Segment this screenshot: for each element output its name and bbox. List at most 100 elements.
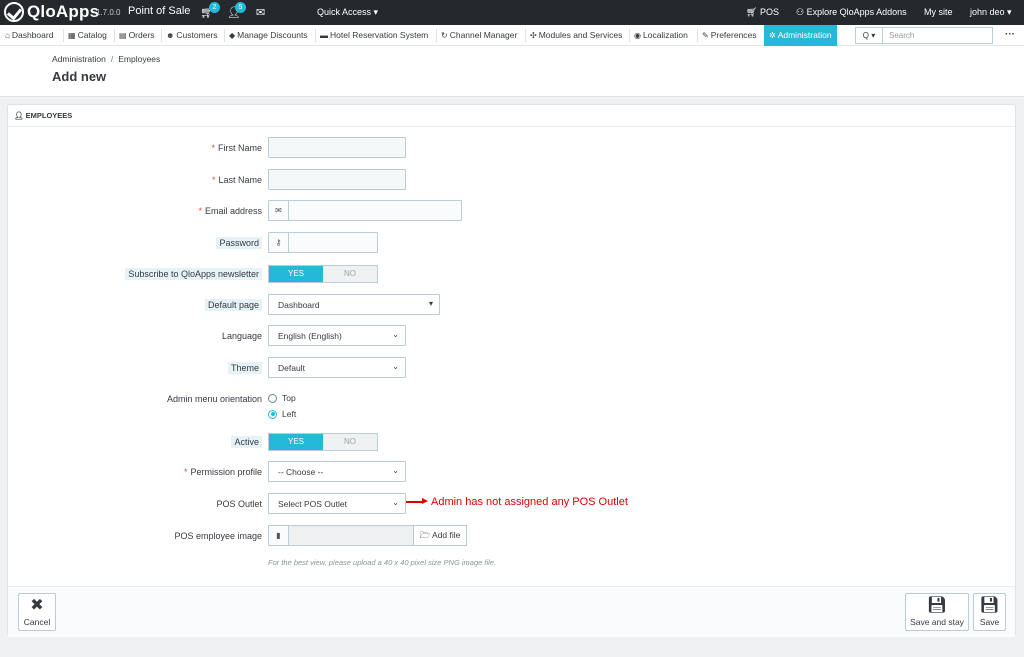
nav-hotel-reservation[interactable]: ▬ Hotel Reservation System (320, 25, 428, 46)
user-icon: 👤︎ (14, 111, 26, 120)
quick-access-dropdown[interactable]: Quick Access ▾ (317, 7, 378, 18)
nav-manage-discounts[interactable]: ◆ Manage Discounts (229, 25, 308, 46)
panel-footer (8, 586, 1015, 637)
page-header: Administration / Employees Add new (0, 46, 1024, 97)
permission-profile-select[interactable]: -- Choose -- ⌄ (268, 461, 406, 482)
save-and-stay-button[interactable]: 💾︎ Save and stay (905, 593, 969, 631)
nav-dashboard[interactable]: ⌂ Dashboard (5, 25, 53, 46)
nav-catalog[interactable]: ▦ Catalog (68, 25, 107, 46)
active-label: Active (231, 436, 262, 448)
brand-name: QloApps (27, 2, 100, 21)
globe-icon: ◉ (634, 31, 641, 40)
user-menu[interactable]: john deo ▾ (970, 7, 1012, 18)
gear-icon: ✲ (769, 31, 776, 40)
breadcrumb: Administration / Employees (52, 54, 161, 64)
link-icon: ⚇ (796, 7, 807, 17)
default-page-select[interactable]: Dashboard ▾ (268, 294, 440, 315)
more-menu-icon[interactable]: ··· (1005, 29, 1015, 40)
theme-label: Theme (227, 362, 262, 374)
wrench-icon: ✎ (702, 31, 709, 40)
tag-icon: ◆ (229, 31, 236, 40)
password-field[interactable]: ⚷ (268, 232, 378, 253)
chevron-down-icon: ⌄ (392, 330, 399, 339)
chevron-down-icon: ⌄ (392, 466, 399, 475)
add-file-button[interactable]: 🗁︎ Add file (413, 525, 467, 546)
annotation-note: Admin has not assigned any POS Outlet (406, 496, 628, 508)
nav-localization[interactable]: ◉ Localization (634, 25, 688, 46)
image-help-text: For the best view, please upload a 40 x … (268, 558, 497, 567)
search-type-button[interactable]: Q ▾ (855, 27, 883, 44)
breadcrumb-employees[interactable]: Employees (118, 54, 160, 64)
nav-orders[interactable]: ▤ Orders (119, 25, 155, 46)
qloapps-logo-icon (4, 2, 24, 22)
nav-modules-services[interactable]: ✣ Modules and Services (530, 25, 622, 46)
newsletter-yes[interactable]: YES (269, 266, 323, 282)
pos-image-label: POS employee image (174, 531, 262, 541)
customers-badge: 5 (235, 2, 246, 13)
last-name-input[interactable] (268, 169, 406, 190)
pos-outlet-select[interactable]: Select POS Outlet ⌄ (268, 493, 406, 514)
nav-preferences[interactable]: ✎ Preferences (702, 25, 757, 46)
orientation-left-radio[interactable]: Left (268, 409, 296, 419)
bed-icon: ▬ (320, 31, 328, 40)
cart-badge: 2 (209, 2, 220, 13)
search-input[interactable]: Search (883, 27, 993, 44)
nav-channel-manager[interactable]: ↻ Channel Manager (441, 25, 517, 46)
permission-profile-label: * Permission profile (183, 467, 262, 477)
password-label: Password (216, 237, 262, 249)
first-name-input[interactable] (268, 137, 406, 158)
file-icon: ▮ (269, 526, 289, 545)
caret-down-icon: ▾ (428, 299, 433, 308)
newsletter-label: Subscribe to QloApps newsletter (125, 268, 262, 280)
shop-name-link[interactable]: Point of Sale (128, 5, 190, 17)
refresh-icon: ↻ (441, 31, 448, 40)
first-name-label: * First Name (211, 143, 262, 153)
close-icon: ✖ (30, 597, 44, 614)
cart-icon: 🛒︎ (746, 7, 760, 17)
top-header: QloApps 1.7.0.0 Point of Sale 🛒︎ 2 👤︎ 5 … (0, 0, 1024, 25)
page-title: Add new (52, 69, 107, 84)
save-button[interactable]: 💾︎ Save (973, 593, 1006, 631)
customers-icon: ☻ (166, 31, 175, 40)
panel-heading: 👤︎ EMPLOYEES (8, 105, 1015, 127)
newsletter-toggle[interactable]: YES NO (268, 265, 378, 283)
version-label: 1.7.0.0 (96, 8, 121, 17)
pos-image-filename-field[interactable]: ▮ (268, 525, 414, 546)
explore-addons-link[interactable]: ⚇ Explore QloApps Addons (796, 7, 907, 18)
dashboard-icon: ⌂ (5, 31, 10, 40)
email-label: * Email address (198, 206, 262, 216)
logo[interactable]: QloApps (4, 1, 99, 23)
cancel-button[interactable]: ✖ Cancel (18, 593, 56, 631)
language-label: Language (221, 331, 262, 341)
orders-icon: ▤ (119, 31, 127, 40)
nav-administration[interactable]: ✲ Administration (764, 25, 837, 46)
arrow-right-icon (406, 499, 428, 504)
nav-customers[interactable]: ☻ Customers (166, 25, 218, 46)
theme-select[interactable]: Default ⌄ (268, 357, 406, 378)
breadcrumb-administration[interactable]: Administration (52, 54, 106, 64)
last-name-label: * Last Name (211, 175, 262, 185)
messages-icon[interactable]: ✉ (256, 6, 265, 19)
newsletter-no[interactable]: NO (323, 266, 377, 282)
default-page-label: Default page (204, 299, 262, 311)
catalog-icon: ▦ (68, 31, 76, 40)
chevron-down-icon: ⌄ (392, 362, 399, 371)
envelope-icon: ✉ (269, 201, 289, 220)
email-field[interactable]: ✉ (268, 200, 462, 221)
orientation-top-radio[interactable]: Top (268, 393, 296, 403)
menu-orientation-label: Admin menu orientation (166, 394, 262, 404)
language-select[interactable]: English (English) ⌄ (268, 325, 406, 346)
save-icon: 💾︎ (979, 597, 1000, 614)
pos-outlet-label: POS Outlet (216, 499, 262, 509)
folder-open-icon: 🗁︎ (419, 530, 433, 540)
key-icon: ⚷ (269, 233, 289, 252)
pos-link[interactable]: 🛒︎ POS (746, 7, 779, 18)
main-nav: ⌂ Dashboard ▦ Catalog ▤ Orders ☻ Customers ◆… (0, 25, 1024, 46)
employees-panel: 👤︎ EMPLOYEES (7, 104, 1016, 637)
active-toggle[interactable]: YES NO (268, 433, 378, 451)
my-site-link[interactable]: My site (924, 7, 953, 17)
active-no[interactable]: NO (323, 434, 377, 450)
puzzle-icon: ✣ (530, 31, 537, 40)
active-yes[interactable]: YES (269, 434, 323, 450)
chevron-down-icon: ⌄ (392, 498, 399, 507)
